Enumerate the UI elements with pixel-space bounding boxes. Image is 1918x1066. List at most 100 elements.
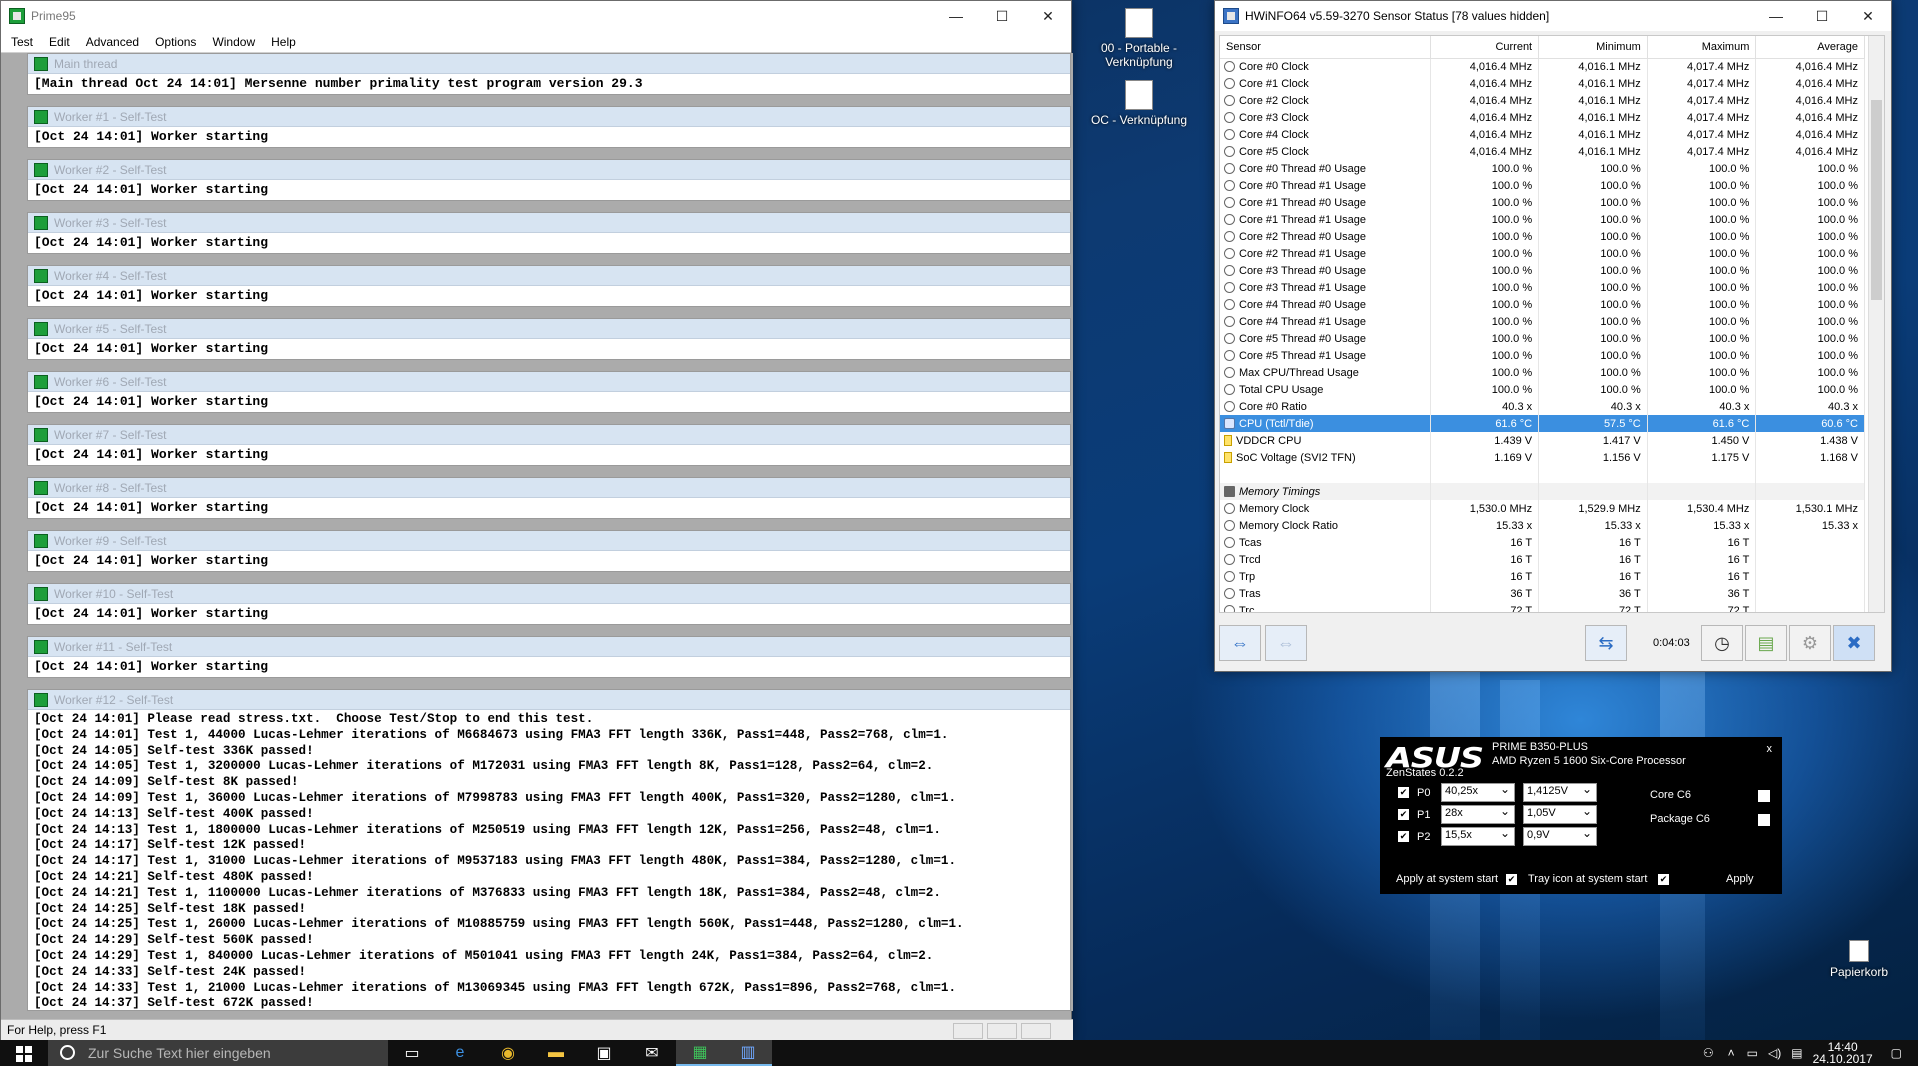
pstate-enable-checkbox[interactable]: ✔ — [1398, 787, 1409, 798]
people-icon[interactable]: ⚇ — [1703, 1046, 1714, 1060]
desktop-icon-portable[interactable]: 00 - Portable - Verknüpfung — [1084, 8, 1194, 69]
sensor-row[interactable]: Core #5 Thread #0 Usage 100.0 % 100.0 % 100… — [1220, 330, 1865, 347]
child-window-titlebar[interactable]: Worker #2 - Self-Test — [28, 160, 1070, 180]
sensor-row[interactable]: Max CPU/Thread Usage 100.0 % 100.0 % 100.0 … — [1220, 364, 1865, 381]
settings-gear-icon[interactable]: ⚙ — [1789, 625, 1831, 661]
child-window-titlebar[interactable]: Worker #5 - Self-Test — [28, 319, 1070, 339]
voltage-select[interactable]: 1,05V — [1523, 804, 1597, 824]
worker-window[interactable]: Worker #6 - Self-Test [Oct 24 14:01] Work… — [27, 371, 1071, 413]
vertical-scrollbar[interactable] — [1868, 36, 1884, 612]
clock-icon[interactable]: ◷ — [1701, 625, 1743, 661]
edge-icon[interactable]: e — [436, 1040, 484, 1066]
navigate-left-right-icon[interactable]: ⇔ — [1219, 625, 1261, 661]
maximize-icon[interactable]: ☐ — [979, 1, 1025, 31]
column-header[interactable]: Sensor — [1220, 36, 1431, 59]
sensor-row[interactable]: Trc 72 T 72 T 72 T — [1220, 602, 1865, 612]
worker-window[interactable]: Worker #8 - Self-Test [Oct 24 14:01] Work… — [27, 477, 1071, 519]
chrome-icon[interactable]: ◉ — [484, 1040, 532, 1066]
sensor-row[interactable]: Memory Timings — [1220, 483, 1865, 500]
sensor-row[interactable]: Core #3 Clock 4,016.4 MHz 4,016.1 MHz 4,017… — [1220, 109, 1865, 126]
worker-window[interactable]: Worker #11 - Self-Test [Oct 24 14:01] Wor… — [27, 636, 1071, 678]
minimize-icon[interactable]: — — [933, 1, 979, 31]
windows-start-icon[interactable] — [16, 1046, 32, 1062]
close-icon[interactable]: x — [1767, 743, 1773, 755]
pstate-enable-checkbox[interactable]: ✔ — [1398, 831, 1409, 842]
voltage-select[interactable]: 1,4125V — [1523, 782, 1597, 802]
sensor-row[interactable]: Core #5 Thread #1 Usage 100.0 % 100.0 % 100… — [1220, 347, 1865, 364]
sensor-row[interactable]: Core #2 Clock 4,016.4 MHz 4,016.1 MHz 4,017… — [1220, 92, 1865, 109]
multiplier-select[interactable]: 15,5x — [1441, 826, 1515, 846]
desktop-icon-oc[interactable]: OC - Verknüpfung — [1084, 80, 1194, 127]
sensor-row[interactable]: VDDCR CPU 1.439 V 1.417 V 1.450 V 1.438 V — [1220, 432, 1865, 449]
close-icon[interactable]: ✕ — [1025, 1, 1071, 31]
sensor-row[interactable]: Core #3 Thread #1 Usage 100.0 % 100.0 % 100… — [1220, 279, 1865, 296]
sensor-row[interactable]: Core #3 Thread #0 Usage 100.0 % 100.0 % 100… — [1220, 262, 1865, 279]
sensor-row[interactable]: Core #4 Thread #0 Usage 100.0 % 100.0 % 100… — [1220, 296, 1865, 313]
child-window-titlebar[interactable]: Worker #11 - Self-Test — [28, 637, 1070, 657]
menu-item-help[interactable]: Help — [263, 35, 304, 49]
multiplier-select[interactable]: 40,25x — [1441, 782, 1515, 802]
mail-icon[interactable]: ✉ — [628, 1040, 676, 1066]
child-window-titlebar[interactable]: Worker #10 - Self-Test — [28, 584, 1070, 604]
child-window-titlebar[interactable]: Worker #7 - Self-Test — [28, 425, 1070, 445]
voltage-select[interactable]: 0,9V — [1523, 826, 1597, 846]
volume-icon[interactable]: ◁) — [1768, 1046, 1781, 1060]
menu-item-window[interactable]: Window — [204, 35, 263, 49]
close-icon[interactable]: ✕ — [1845, 1, 1891, 31]
apply-startup-checkbox[interactable]: ✔ — [1506, 874, 1517, 885]
child-window-titlebar[interactable]: Main thread — [28, 54, 1070, 74]
child-window-titlebar[interactable]: Worker #1 - Self-Test — [28, 107, 1070, 127]
worker-window[interactable]: Worker #7 - Self-Test [Oct 24 14:01] Work… — [27, 424, 1071, 466]
sensor-row[interactable]: Total CPU Usage 100.0 % 100.0 % 100.0 % 100.… — [1220, 381, 1865, 398]
sensor-row[interactable]: Tcas 16 T 16 T 16 T — [1220, 534, 1865, 551]
prime95-titlebar[interactable]: Prime95 — ☐ ✕ — [1, 1, 1071, 31]
sensor-row[interactable]: Core #0 Clock 4,016.4 MHz 4,016.1 MHz 4,017… — [1220, 58, 1865, 75]
scrollbar-thumb[interactable] — [1871, 100, 1882, 300]
child-window-titlebar[interactable]: Worker #4 - Self-Test — [28, 266, 1070, 286]
menu-item-edit[interactable]: Edit — [41, 35, 78, 49]
sensor-row[interactable]: Core #1 Thread #0 Usage 100.0 % 100.0 % 100… — [1220, 194, 1865, 211]
sensor-row[interactable]: Trcd 16 T 16 T 16 T — [1220, 551, 1865, 568]
column-header[interactable]: Maximum — [1647, 36, 1757, 59]
main-thread-window[interactable]: Main thread [Main thread Oct 24 14:01] Me… — [27, 53, 1071, 95]
menu-item-test[interactable]: Test — [3, 35, 41, 49]
sensor-row[interactable]: Memory Clock Ratio 15.33 x 15.33 x 15.33 x1… — [1220, 517, 1865, 534]
multiplier-select[interactable]: 28x — [1441, 804, 1515, 824]
sensor-row[interactable]: Core #2 Thread #0 Usage 100.0 % 100.0 % 100… — [1220, 228, 1865, 245]
worker-12-window[interactable]: Worker #12 - Self-Test [Oct 24 14:01] Ple… — [27, 689, 1071, 1011]
package-c6-checkbox[interactable] — [1758, 814, 1770, 826]
tray-chevron-icon[interactable]: ˄ — [1728, 1046, 1735, 1060]
desktop-icon-recycle-bin[interactable]: Papierkorb — [1804, 940, 1914, 979]
pstate-enable-checkbox[interactable]: ✔ — [1398, 809, 1409, 820]
task-view-icon[interactable]: ▭ — [388, 1040, 436, 1066]
worker-window[interactable]: Worker #5 - Self-Test [Oct 24 14:01] Work… — [27, 318, 1071, 360]
sensor-row[interactable]: Tras 36 T 36 T 36 T — [1220, 585, 1865, 602]
apply-button[interactable]: Apply — [1726, 873, 1754, 885]
child-window-titlebar[interactable]: Worker #3 - Self-Test — [28, 213, 1070, 233]
worker-window[interactable]: Worker #10 - Self-Test [Oct 24 14:01] Wor… — [27, 583, 1071, 625]
child-window-titlebar[interactable]: Worker #6 - Self-Test — [28, 372, 1070, 392]
sensor-row[interactable]: Core #4 Clock 4,016.4 MHz 4,016.1 MHz 4,017… — [1220, 126, 1865, 143]
worker-window[interactable]: Worker #2 - Self-Test [Oct 24 14:01] Work… — [27, 159, 1071, 201]
child-window-titlebar[interactable]: Worker #8 - Self-Test — [28, 478, 1070, 498]
sensor-row[interactable]: Core #5 Clock 4,016.4 MHz 4,016.1 MHz 4,017… — [1220, 143, 1865, 160]
sensor-row[interactable]: Core #0 Ratio 40.3 x 40.3 x 40.3 x 40.3 x — [1220, 398, 1865, 415]
worker-window[interactable]: Worker #1 - Self-Test [Oct 24 14:01] Work… — [27, 106, 1071, 148]
menu-item-options[interactable]: Options — [147, 35, 204, 49]
column-header[interactable]: Average — [1755, 36, 1865, 59]
sensor-row[interactable]: Core #2 Thread #1 Usage 100.0 % 100.0 % 100… — [1220, 245, 1865, 262]
child-window-titlebar[interactable]: Worker #9 - Self-Test — [28, 531, 1070, 551]
hwinfo-taskbar-icon[interactable]: ▥ — [724, 1040, 772, 1066]
taskbar-search[interactable]: Zur Suche Text hier eingeben — [48, 1040, 388, 1066]
sensor-row[interactable]: Trp 16 T 16 T 16 T — [1220, 568, 1865, 585]
worker-window[interactable]: Worker #9 - Self-Test [Oct 24 14:01] Work… — [27, 530, 1071, 572]
sensor-row[interactable]: Core #4 Thread #1 Usage 100.0 % 100.0 % 100… — [1220, 313, 1865, 330]
log-file-icon[interactable]: ▤ — [1745, 625, 1787, 661]
network-icon[interactable]: ⇆ — [1585, 625, 1627, 661]
sensor-row[interactable]: CPU (Tctl/Tdie) 61.6 °C 57.5 °C 61.6 °C 60.6… — [1220, 415, 1865, 432]
sensor-row[interactable]: Memory Clock 1,530.0 MHz 1,529.9 MHz 1,530.… — [1220, 500, 1865, 517]
keyboard-icon[interactable]: ▤ — [1791, 1046, 1802, 1060]
hwinfo-titlebar[interactable]: HWiNFO64 v5.59-3270 Sensor Status [78 va… — [1215, 1, 1891, 31]
column-header[interactable]: Current — [1430, 36, 1540, 59]
maximize-icon[interactable]: ☐ — [1799, 1, 1845, 31]
